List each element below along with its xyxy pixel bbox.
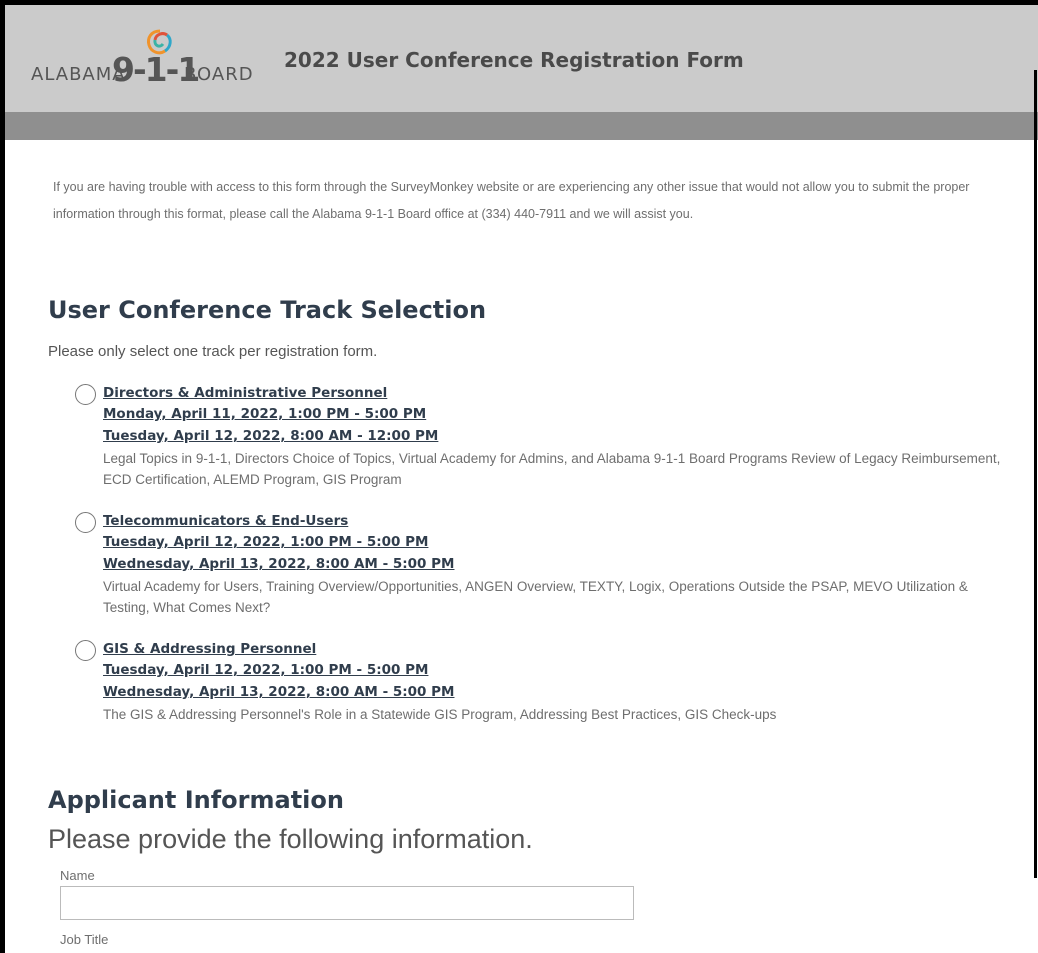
radio-directors[interactable] — [75, 384, 96, 405]
logo-board-text: BOARD — [184, 64, 254, 85]
radio-gis[interactable] — [75, 640, 96, 661]
track-session-2[interactable]: Wednesday, April 13, 2022, 8:00 AM - 5:0… — [103, 684, 454, 700]
track-session-1[interactable]: Tuesday, April 12, 2022, 1:00 PM - 5:00 … — [103, 534, 428, 550]
applicant-section-title: Applicant Information — [48, 786, 344, 814]
track-instruction: Please only select one track per registr… — [48, 343, 378, 360]
page-title: 2022 User Conference Registration Form — [284, 48, 744, 72]
name-label: Name — [60, 868, 95, 883]
right-border — [1034, 70, 1037, 878]
track-description: Legal Topics in 9-1-1, Directors Choice … — [103, 451, 1001, 487]
applicant-subtitle: Please provide the following information… — [48, 824, 533, 854]
track-name[interactable]: GIS & Addressing Personnel — [103, 641, 316, 657]
track-description: The GIS & Addressing Personnel's Role in… — [103, 707, 777, 722]
track-session-2[interactable]: Wednesday, April 13, 2022, 8:00 AM - 5:0… — [103, 556, 454, 572]
track-session-1[interactable]: Monday, April 11, 2022, 1:00 PM - 5:00 P… — [103, 406, 426, 422]
intro-text: If you are having trouble with access to… — [53, 180, 970, 221]
radio-telecommunicators[interactable] — [75, 512, 96, 533]
track-session-1[interactable]: Tuesday, April 12, 2022, 1:00 PM - 5:00 … — [103, 662, 428, 678]
track-section-title: User Conference Track Selection — [48, 296, 487, 324]
header-band — [5, 112, 1038, 140]
job-title-label: Job Title — [60, 932, 109, 947]
track-description: Virtual Academy for Users, Training Over… — [103, 579, 968, 615]
track-session-2[interactable]: Tuesday, April 12, 2022, 8:00 AM - 12:00… — [103, 428, 438, 444]
track-name[interactable]: Directors & Administrative Personnel — [103, 385, 387, 401]
track-name[interactable]: Telecommunicators & End-Users — [103, 513, 348, 529]
name-input[interactable] — [60, 886, 634, 920]
